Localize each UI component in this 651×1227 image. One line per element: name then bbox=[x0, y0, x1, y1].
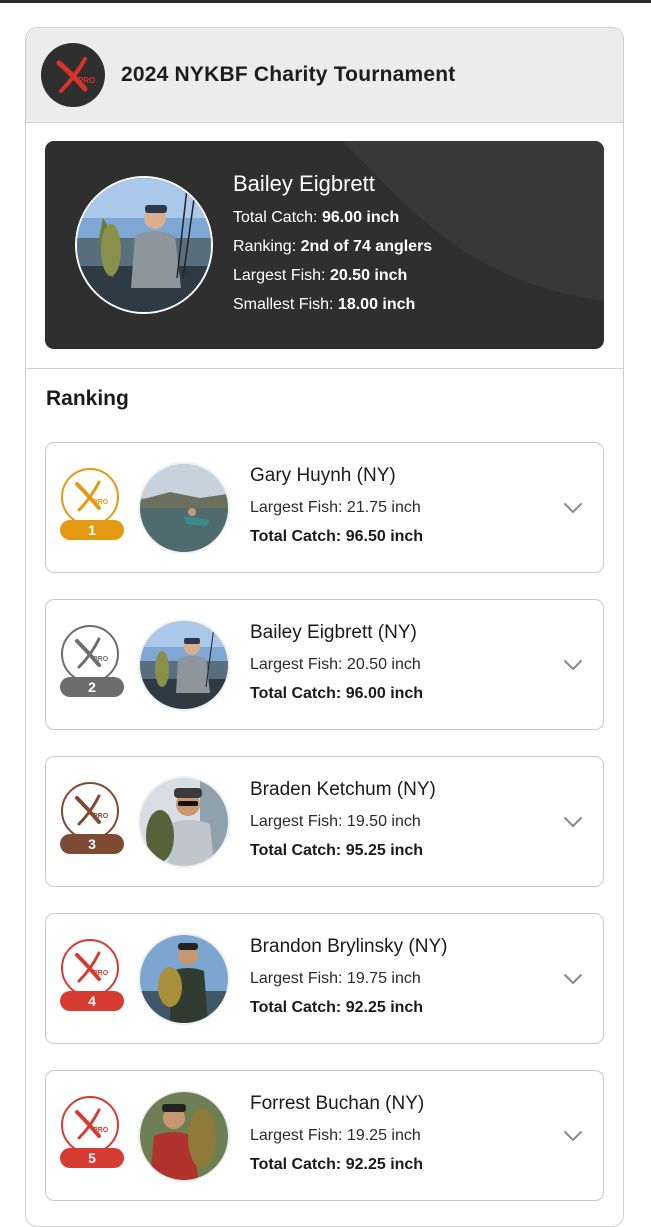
rank-badge: PRO 4 bbox=[60, 938, 124, 1019]
xpro-logo-icon: PRO bbox=[41, 43, 105, 107]
avatar bbox=[138, 461, 230, 554]
chevron-down-icon[interactable] bbox=[561, 496, 585, 520]
rank-number: 3 bbox=[60, 833, 124, 854]
avatar bbox=[138, 932, 230, 1025]
xpro-badge-icon: PRO bbox=[61, 624, 119, 683]
ranking-row[interactable]: PRO 4 Brandon Brylinsky (NY) Largest Fis… bbox=[45, 913, 604, 1044]
xpro-badge-icon: PRO bbox=[61, 781, 119, 840]
top-divider bbox=[0, 0, 651, 3]
total-catch: Total Catch: 92.25 inch bbox=[250, 1155, 424, 1173]
ranking-row[interactable]: PRO 2 Bailey Eigbrett (NY) Largest Fish:… bbox=[45, 599, 604, 730]
largest-fish: Largest Fish: 19.50 inch bbox=[250, 812, 421, 830]
total-catch: Total Catch: 96.00 inch bbox=[250, 684, 424, 702]
profile-section: Bailey Eigbrett Total Catch: 96.00 inch … bbox=[26, 123, 623, 369]
svg-text:PRO: PRO bbox=[93, 813, 109, 820]
largest-fish: Largest Fish: 19.25 inch bbox=[250, 1126, 421, 1144]
chevron-down-icon[interactable] bbox=[561, 810, 585, 834]
total-catch: Total Catch: 96.50 inch bbox=[250, 527, 424, 545]
avatar bbox=[138, 618, 230, 711]
profile-photo bbox=[75, 176, 213, 314]
angler-name: Brandon Brylinsky (NY) bbox=[250, 935, 448, 957]
profile-smallest-fish: Smallest Fish: 18.00 inch bbox=[233, 290, 432, 319]
chevron-down-icon[interactable] bbox=[561, 653, 585, 677]
svg-text:PRO: PRO bbox=[78, 76, 95, 85]
rank-number: 2 bbox=[60, 676, 124, 697]
profile-largest-fish: Largest Fish: 20.50 inch bbox=[233, 261, 432, 290]
xpro-badge-icon: PRO bbox=[61, 467, 119, 526]
rank-number: 4 bbox=[60, 990, 124, 1011]
profile-name: Bailey Eigbrett bbox=[233, 171, 375, 196]
ranking-heading: Ranking bbox=[46, 387, 129, 410]
ranking-row-info: Gary Huynh (NY) Largest Fish: 21.75 inch… bbox=[250, 465, 561, 551]
angler-name: Bailey Eigbrett (NY) bbox=[250, 621, 417, 643]
ranking-row[interactable]: PRO 3 Braden Ketchum (NY) Largest Fish: … bbox=[45, 756, 604, 887]
ranking-row-info: Brandon Brylinsky (NY) Largest Fish: 19.… bbox=[250, 936, 561, 1022]
largest-fish: Largest Fish: 20.50 inch bbox=[250, 655, 421, 673]
largest-fish: Largest Fish: 19.75 inch bbox=[250, 969, 421, 987]
total-catch: Total Catch: 95.25 inch bbox=[250, 841, 424, 859]
total-catch-label: Total Catch: bbox=[233, 209, 318, 226]
xpro-badge-icon: PRO bbox=[61, 938, 119, 997]
total-catch: Total Catch: 92.25 inch bbox=[250, 998, 424, 1016]
largest-fish-value: 20.50 inch bbox=[329, 267, 408, 284]
angler-name: Forrest Buchan (NY) bbox=[250, 1092, 425, 1114]
chevron-down-icon[interactable] bbox=[561, 1124, 585, 1148]
smallest-fish-label: Smallest Fish: bbox=[233, 296, 334, 313]
profile-total-catch: Total Catch: 96.00 inch bbox=[233, 203, 432, 232]
xpro-badge-icon: PRO bbox=[61, 1095, 119, 1154]
rank-badge: PRO 3 bbox=[60, 781, 124, 862]
ranking-row-info: Bailey Eigbrett (NY) Largest Fish: 20.50… bbox=[250, 622, 561, 708]
ranking-value: 2nd of 74 anglers bbox=[300, 238, 433, 255]
avatar bbox=[138, 775, 230, 868]
svg-text:PRO: PRO bbox=[93, 1127, 109, 1134]
ranking-label: Ranking: bbox=[233, 238, 297, 255]
avatar bbox=[138, 1089, 230, 1182]
chevron-down-icon[interactable] bbox=[561, 967, 585, 991]
rank-number: 5 bbox=[60, 1147, 124, 1168]
ranking-row-info: Braden Ketchum (NY) Largest Fish: 19.50 … bbox=[250, 779, 561, 865]
largest-fish-label: Largest Fish: bbox=[233, 267, 326, 284]
ranking-row[interactable]: PRO 5 Forrest Buchan (NY) Largest Fish: … bbox=[45, 1070, 604, 1201]
svg-text:PRO: PRO bbox=[93, 499, 109, 506]
ranking-row[interactable]: PRO 1 Gary Huynh (NY) Largest Fish: 21.7… bbox=[45, 442, 604, 573]
svg-text:PRO: PRO bbox=[93, 970, 109, 977]
profile-card: Bailey Eigbrett Total Catch: 96.00 inch … bbox=[45, 141, 604, 349]
angler-name: Braden Ketchum (NY) bbox=[250, 778, 436, 800]
rank-badge: PRO 5 bbox=[60, 1095, 124, 1176]
rank-number: 1 bbox=[60, 519, 124, 540]
rank-badge: PRO 2 bbox=[60, 624, 124, 705]
svg-text:PRO: PRO bbox=[93, 656, 109, 663]
profile-info: Bailey Eigbrett Total Catch: 96.00 inch … bbox=[233, 171, 432, 319]
smallest-fish-value: 18.00 inch bbox=[337, 296, 416, 313]
total-catch-value: 96.00 inch bbox=[321, 209, 400, 226]
tournament-card: PRO 2024 NYKBF Charity Tournament Bailey… bbox=[25, 27, 624, 1227]
largest-fish: Largest Fish: 21.75 inch bbox=[250, 498, 421, 516]
ranking-row-info: Forrest Buchan (NY) Largest Fish: 19.25 … bbox=[250, 1093, 561, 1179]
card-header: PRO 2024 NYKBF Charity Tournament bbox=[26, 28, 623, 123]
page-title: 2024 NYKBF Charity Tournament bbox=[121, 63, 456, 86]
profile-ranking: Ranking: 2nd of 74 anglers bbox=[233, 232, 432, 261]
rank-badge: PRO 1 bbox=[60, 467, 124, 548]
angler-name: Gary Huynh (NY) bbox=[250, 464, 396, 486]
ranking-list: PRO 1 Gary Huynh (NY) Largest Fish: 21.7… bbox=[26, 425, 623, 1201]
